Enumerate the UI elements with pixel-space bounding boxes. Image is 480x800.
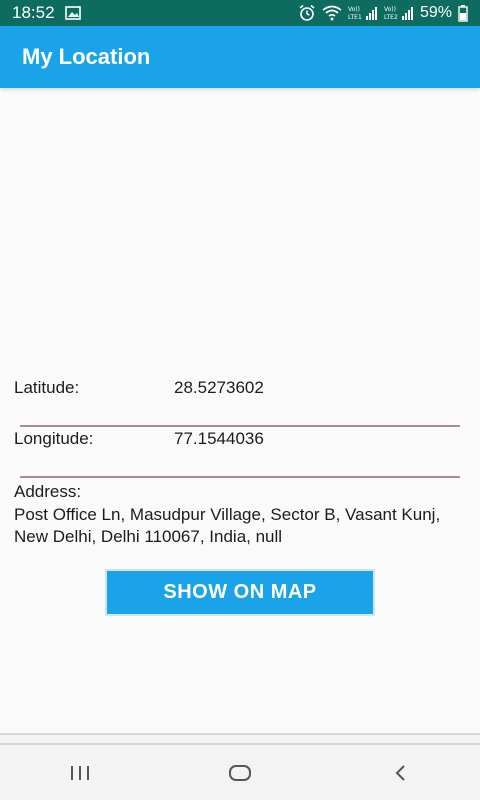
battery-icon — [458, 4, 468, 22]
location-content: Latitude: 28.5273602 Longitude: 77.15440… — [0, 88, 480, 733]
back-button[interactable] — [370, 753, 430, 793]
svg-text:Vo)): Vo)) — [348, 6, 360, 13]
back-icon — [393, 764, 407, 782]
status-time: 18:52 — [12, 3, 55, 22]
latitude-label: Latitude: — [14, 378, 80, 397]
address-value: Post Office Ln, Masudpur Village, Sector… — [14, 505, 441, 546]
home-button[interactable] — [210, 753, 270, 793]
alarm-icon — [298, 4, 316, 22]
address-label: Address: — [14, 482, 82, 501]
latitude-field[interactable]: 28.5273602 — [174, 378, 264, 398]
image-icon — [64, 6, 81, 20]
longitude-field-underline — [20, 476, 460, 478]
status-bar: 18:52 Vo)) LTE1 Vo)) LTE2 59% — [0, 0, 480, 26]
app-title: My Location — [22, 44, 151, 69]
latitude-field-underline — [20, 425, 460, 427]
svg-text:LTE2: LTE2 — [384, 14, 398, 21]
longitude-label: Longitude: — [14, 429, 94, 448]
svg-text:LTE1: LTE1 — [348, 14, 362, 21]
bottom-divider — [0, 733, 480, 745]
battery-percentage: 59% — [419, 4, 452, 21]
svg-text:Vo)): Vo)) — [384, 6, 396, 13]
navigation-bar — [0, 745, 480, 800]
recent-apps-button[interactable] — [50, 753, 110, 793]
app-bar: My Location — [0, 26, 480, 88]
show-on-map-button[interactable]: SHOW ON MAP — [107, 571, 373, 614]
volte-lte2-signal-icon: Vo)) LTE2 — [384, 4, 414, 22]
wifi-icon — [322, 5, 342, 21]
home-icon — [228, 764, 252, 782]
volte-lte1-signal-icon: Vo)) LTE1 — [348, 4, 378, 22]
longitude-field[interactable]: 77.1544036 — [174, 429, 264, 449]
recent-apps-icon — [69, 765, 91, 781]
